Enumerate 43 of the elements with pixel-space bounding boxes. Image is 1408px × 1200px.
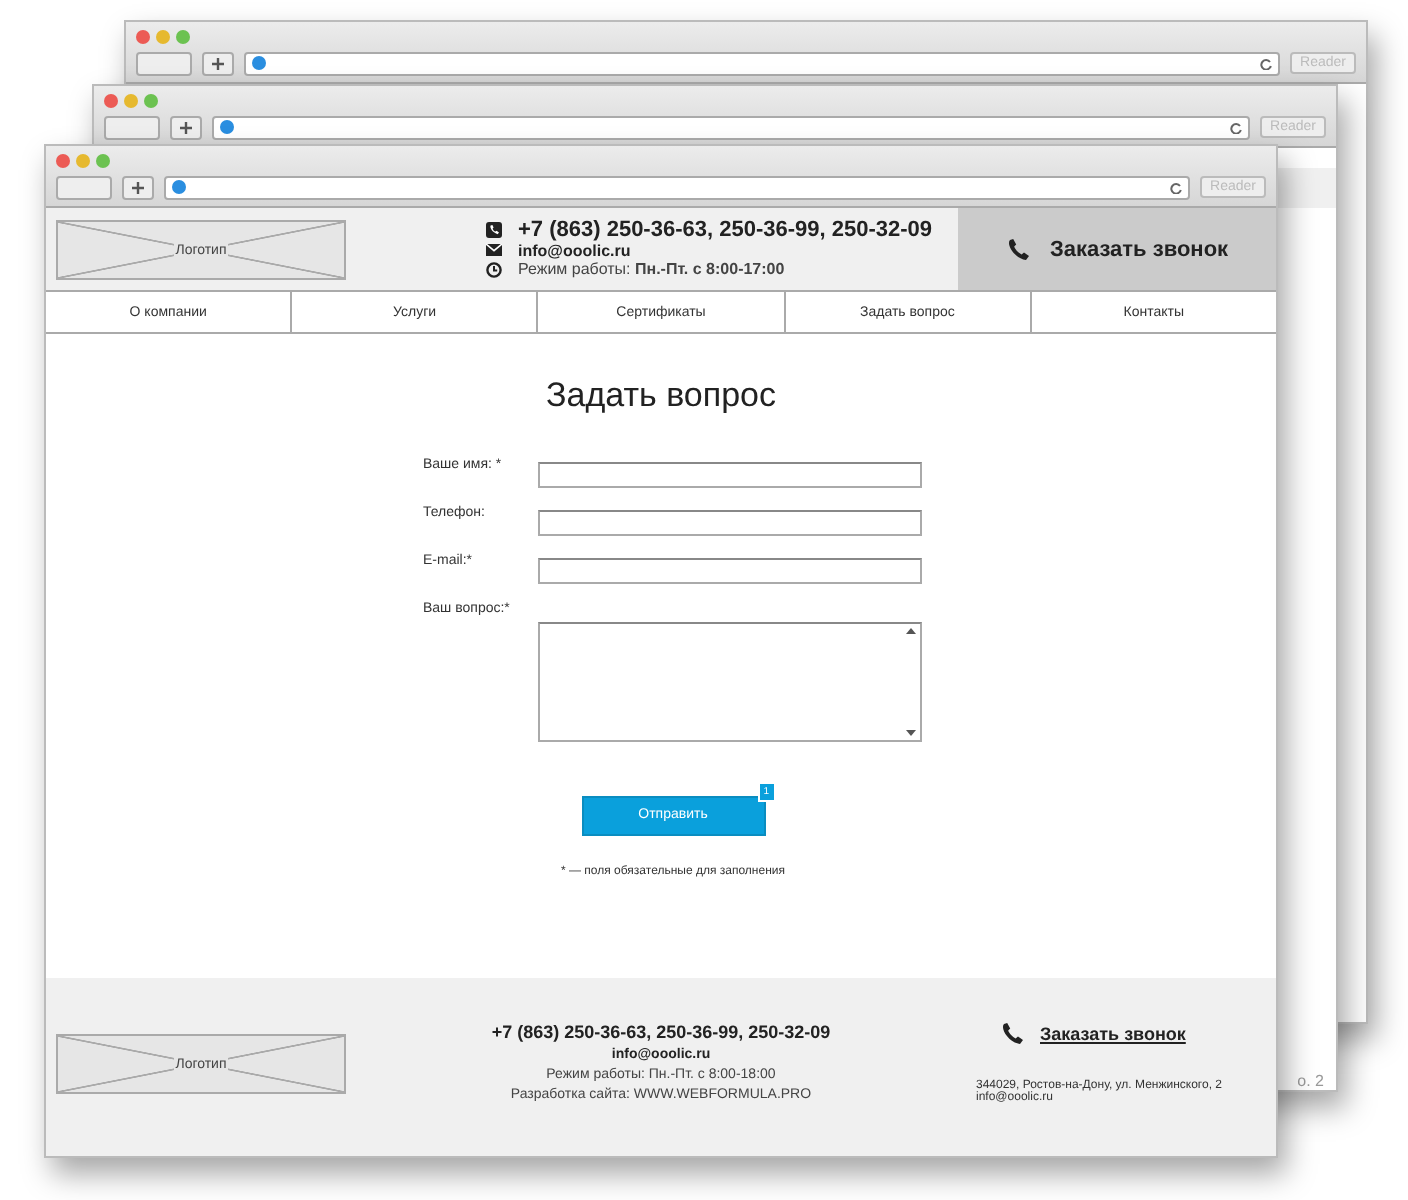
plus-icon	[212, 57, 224, 69]
plus-icon	[132, 181, 144, 193]
zoom-button[interactable]	[144, 94, 158, 108]
address-field[interactable]	[164, 175, 1191, 199]
reload-icon	[1230, 121, 1243, 133]
globe-icon	[172, 180, 186, 194]
input-field[interactable]	[537, 510, 921, 536]
close-button[interactable]	[56, 154, 70, 168]
minimize-button[interactable]	[156, 30, 170, 44]
globe-icon	[252, 56, 266, 70]
reload-icon	[1260, 57, 1273, 69]
zoom-button[interactable]	[176, 30, 190, 44]
globe-icon	[220, 120, 234, 134]
phone-icon	[1000, 1022, 1024, 1046]
scroll-down-icon	[906, 730, 916, 736]
callback-button[interactable]: Заказать звонок	[958, 208, 1276, 290]
callback-link[interactable]: Заказать звонок	[1040, 1024, 1186, 1044]
textarea-field[interactable]	[537, 622, 921, 742]
plus-icon	[180, 121, 192, 133]
phone-number: +7 (863) 250-36-63, 250-36-99, 250-32-09	[518, 218, 933, 242]
close-button[interactable]	[104, 94, 118, 108]
address-field[interactable]	[212, 115, 1251, 139]
address-text: о. 2	[1297, 1072, 1324, 1090]
phone-icon	[486, 222, 502, 238]
phone-icon	[1005, 237, 1030, 261]
zoom-button[interactable]	[96, 154, 110, 168]
minimize-button[interactable]	[124, 94, 138, 108]
close-button[interactable]	[136, 30, 150, 44]
minimize-button[interactable]	[76, 154, 90, 168]
address-field[interactable]	[244, 51, 1281, 75]
email-address: info@ooolic.ru	[518, 242, 633, 260]
phone-number: +7 (863) 250-36-63, 250-36-99, 250-32-09	[491, 1022, 831, 1042]
add-bookmark-button[interactable]	[122, 175, 154, 199]
reload-icon	[1170, 181, 1183, 193]
input-field[interactable]	[537, 558, 921, 584]
add-bookmark-button[interactable]	[202, 51, 234, 75]
add-bookmark-button[interactable]	[170, 115, 202, 139]
mail-icon	[486, 244, 502, 256]
scroll-up-icon	[906, 628, 916, 634]
clock-icon	[486, 262, 502, 278]
input-field[interactable]	[537, 462, 921, 488]
page-title: Задать вопрос	[546, 376, 776, 416]
working-hours: Режим работы: Пн.-Пт. с 8:00-17:00	[518, 260, 787, 278]
